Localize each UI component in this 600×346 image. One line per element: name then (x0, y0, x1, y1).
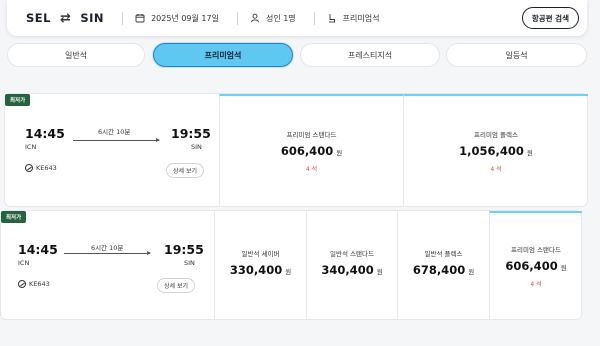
fare-price: 1,056,400 원 (459, 144, 533, 158)
flight-search-button[interactable]: 항공편 검색 (521, 7, 579, 29)
fare-option[interactable]: 프리미엄 스탠다드 606,400 원 4 석 (219, 94, 403, 206)
fare-name: 프리미엄 플렉스 (474, 131, 518, 139)
fare-option[interactable]: 프리미엄 플렉스 1,056,400 원 4 석 (403, 94, 588, 206)
fare-name: 프리미엄 스탠다드 (286, 131, 337, 139)
seats-left: 4 석 (490, 166, 502, 173)
seat-icon (328, 14, 335, 23)
flight-number: KE643 (25, 164, 57, 172)
arrival-time: 19:55 (171, 126, 211, 141)
route[interactable]: SEL ⇄ SIN (26, 11, 104, 26)
fare-option[interactable]: 일반석 플렉스 678,400 원 (397, 211, 489, 319)
date-field[interactable]: 2025년 09월 17일 (135, 13, 219, 24)
fare-option[interactable]: 일반석 세이버 330,400 원 (214, 211, 306, 319)
tab-first[interactable]: 일등석 (446, 43, 587, 67)
calendar-icon (135, 14, 145, 23)
seats-left: 4 석 (305, 166, 318, 173)
flight-result-card: 최저가 14:45 ICN 6시간 10분 19:55 SIN KE643 상세… (0, 210, 582, 320)
fare-price: 340,400 원 (321, 262, 383, 277)
passenger-text: 성인 1명 (265, 13, 296, 23)
divider (236, 11, 238, 25)
fare-option[interactable]: 프리미엄 스탠다드 606,400 원 4 석 (489, 211, 582, 319)
arrival-airport: SIN (184, 259, 195, 267)
swap-icon[interactable]: ⇄ (60, 11, 71, 26)
fare-name: 프리미엄 스탠다드 (511, 246, 561, 254)
flight-duration: 6시간 10분 (98, 128, 131, 136)
flight-number: KE643 (18, 280, 50, 288)
fare-price: 606,400 원 (280, 144, 343, 158)
fare-price: 606,400 원 (505, 259, 567, 273)
cabin-text: 프리미엄석 (342, 13, 380, 23)
seats-left: 4 석 (530, 281, 542, 288)
lowest-price-badge: 최저가 (5, 94, 31, 106)
airline-logo-icon (18, 280, 26, 288)
lowest-price-badge: 최저가 (1, 211, 27, 223)
departure-airport: ICN (25, 143, 37, 151)
fare-name: 일반석 플렉스 (424, 249, 463, 258)
departure-airport: ICN (18, 259, 30, 267)
flight-number-text: KE643 (36, 164, 57, 172)
arrival-time: 19:55 (164, 242, 204, 257)
fare-option[interactable]: 일반석 스탠다드 340,400 원 (306, 211, 397, 319)
destination-code: SIN (80, 11, 105, 25)
person-icon (251, 13, 259, 23)
fare-price: 678,400 원 (412, 262, 475, 277)
search-summary-bar: SEL ⇄ SIN 2025년 09월 17일 성인 1명 프리미엄석 항공편 … (7, 0, 587, 36)
route-arrow (73, 138, 160, 142)
fare-name: 일반석 스탠다드 (330, 249, 374, 258)
flight-result-card: 최저가 14:45 ICN 6시간 10분 19:55 SIN KE643 상세… (4, 93, 588, 207)
airline-logo-icon (25, 164, 33, 172)
detail-button[interactable]: 상세 보기 (166, 163, 204, 178)
flight-number-text: KE643 (29, 280, 50, 288)
passenger-field[interactable]: 성인 1명 (250, 13, 296, 24)
route-arrow (64, 251, 151, 255)
fare-name: 일반석 세이버 (241, 249, 280, 258)
tab-premium[interactable]: 프리미엄석 (153, 43, 293, 67)
origin-code: SEL (26, 11, 51, 25)
arrival-airport: SIN (191, 143, 202, 151)
date-text: 2025년 09월 17일 (151, 13, 219, 23)
detail-button[interactable]: 상세 보기 (157, 278, 195, 293)
departure-time: 14:45 (18, 242, 58, 257)
fare-price: 330,400 원 (229, 262, 292, 277)
tab-economy[interactable]: 일반석 (7, 43, 145, 67)
departure-time: 14:45 (25, 126, 65, 141)
divider (122, 11, 124, 25)
cabin-field[interactable]: 프리미엄석 (327, 13, 380, 24)
divider (313, 11, 315, 25)
tab-prestige[interactable]: 프레스티지석 (300, 43, 440, 67)
cabin-tabs: 일반석 프리미엄석 프레스티지석 일등석 (7, 43, 587, 67)
flight-duration: 6시간 10분 (91, 244, 124, 252)
